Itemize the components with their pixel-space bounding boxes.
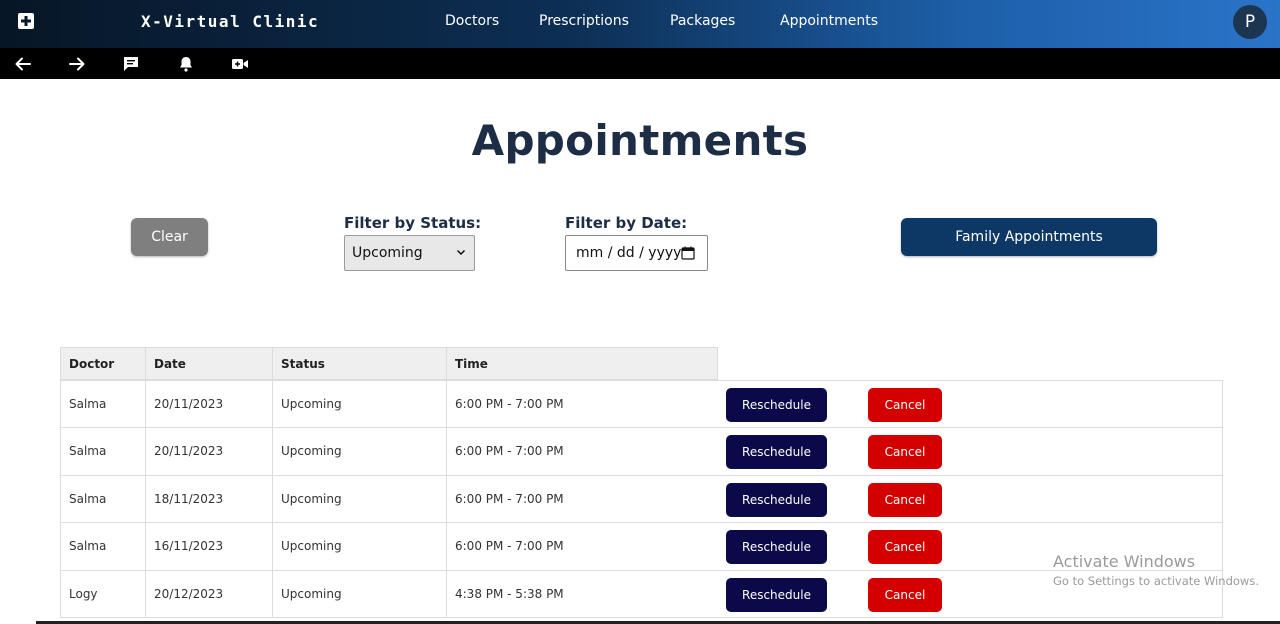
table-row: Salma 20/11/2023 Upcoming 6:00 PM - 7:00… (60, 380, 1223, 428)
chevron-down-icon (456, 249, 466, 256)
back-arrow-icon[interactable] (14, 55, 32, 73)
cell-status: Upcoming (273, 523, 447, 570)
nav-prescriptions[interactable]: Prescriptions (539, 13, 629, 29)
cell-time: 4:38 PM - 5:38 PM (455, 586, 564, 601)
status-filter-select[interactable]: Upcoming (344, 235, 475, 271)
table-header: Doctor Date Status Time (60, 347, 718, 381)
page-title: Appointments (471, 116, 809, 165)
date-filter-label: Filter by Date: (565, 214, 688, 232)
status-filter-label: Filter by Status: (344, 214, 482, 232)
header-date: Date (146, 348, 273, 381)
table-row: Salma 20/11/2023 Upcoming 6:00 PM - 7:00… (60, 428, 1223, 476)
cancel-button[interactable]: Cancel (868, 388, 942, 422)
cancel-button[interactable]: Cancel (868, 482, 942, 517)
date-filter-placeholder: mm / dd / yyyy (576, 245, 682, 261)
reschedule-button[interactable]: Reschedule (726, 482, 827, 517)
reschedule-button[interactable]: Reschedule (726, 435, 827, 469)
secondary-toolbar (0, 48, 1280, 79)
forward-arrow-icon[interactable] (68, 55, 86, 73)
table-row: Logy 20/12/2023 Upcoming 4:38 PM - 5:38 … (60, 570, 1223, 618)
cell-status: Upcoming (273, 428, 447, 475)
cell-date: 18/11/2023 (146, 475, 273, 522)
cell-time: 6:00 PM - 7:00 PM (455, 539, 564, 554)
status-filter-value: Upcoming (352, 245, 423, 261)
cell-time: 6:00 PM - 7:00 PM (455, 444, 564, 459)
cell-date: 16/11/2023 (146, 523, 273, 570)
cancel-button[interactable]: Cancel (868, 577, 942, 612)
chat-icon[interactable] (122, 55, 140, 73)
medical-cross-icon[interactable] (18, 13, 34, 29)
cell-status: Upcoming (273, 570, 447, 617)
clear-filters-button[interactable]: Clear (131, 218, 208, 256)
nav-packages[interactable]: Packages (670, 13, 735, 29)
top-navbar: X-Virtual Clinic Doctors Prescriptions P… (0, 0, 1280, 48)
header-status: Status (273, 348, 447, 381)
cell-doctor: Logy (61, 570, 146, 617)
cell-date: 20/11/2023 (146, 381, 273, 427)
cell-date: 20/11/2023 (146, 428, 273, 475)
cell-status: Upcoming (273, 381, 447, 427)
calendar-icon[interactable] (681, 246, 695, 260)
header-doctor: Doctor (61, 348, 146, 381)
cell-doctor: Salma (61, 381, 146, 427)
reschedule-button[interactable]: Reschedule (726, 388, 827, 422)
cell-status: Upcoming (273, 475, 447, 522)
cell-time: 6:00 PM - 7:00 PM (455, 491, 564, 506)
bell-icon[interactable] (177, 55, 195, 73)
video-call-icon[interactable] (231, 55, 249, 73)
nav-doctors[interactable]: Doctors (445, 13, 499, 29)
user-avatar[interactable]: P (1233, 5, 1267, 39)
cell-doctor: Salma (61, 475, 146, 522)
cell-time: 6:00 PM - 7:00 PM (455, 396, 564, 411)
cell-doctor: Salma (61, 523, 146, 570)
cell-doctor: Salma (61, 428, 146, 475)
header-time: Time (455, 357, 488, 371)
watermark-subtitle: Go to Settings to activate Windows. (1053, 574, 1259, 588)
brand-name[interactable]: X-Virtual Clinic (141, 12, 319, 31)
nav-appointments[interactable]: Appointments (780, 13, 878, 29)
family-appointments-button[interactable]: Family Appointments (901, 218, 1157, 256)
watermark-title: Activate Windows (1053, 552, 1196, 571)
cell-date: 20/12/2023 (146, 570, 273, 617)
reschedule-button[interactable]: Reschedule (726, 577, 827, 612)
cancel-button[interactable]: Cancel (868, 435, 942, 469)
table-row: Salma 16/11/2023 Upcoming 6:00 PM - 7:00… (60, 523, 1223, 571)
date-filter-input[interactable]: mm / dd / yyyy (565, 235, 708, 271)
cancel-button[interactable]: Cancel (868, 530, 942, 564)
table-row: Salma 18/11/2023 Upcoming 6:00 PM - 7:00… (60, 475, 1223, 523)
activation-watermark: Activate Windows Go to Settings to activ… (1053, 552, 1259, 588)
reschedule-button[interactable]: Reschedule (726, 530, 827, 564)
